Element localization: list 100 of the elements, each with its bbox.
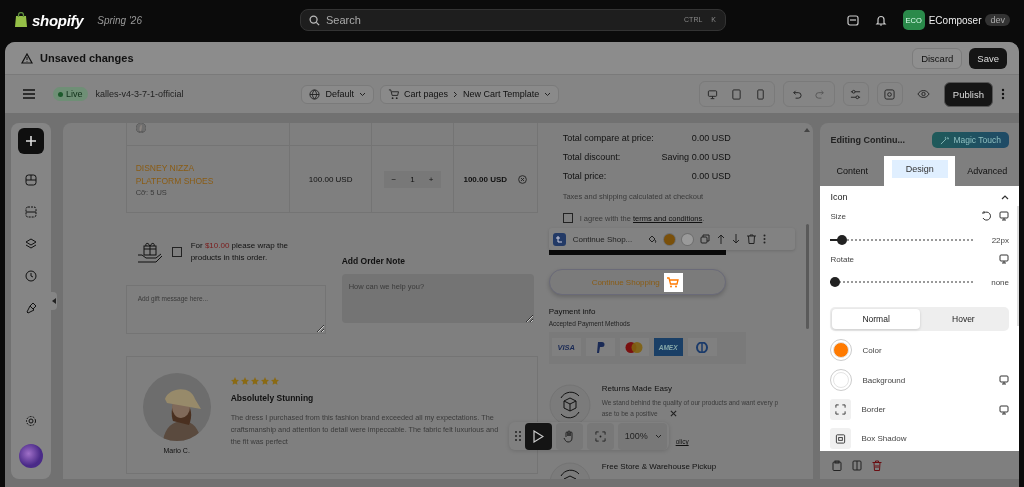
remove-icon[interactable] xyxy=(518,174,528,184)
slider-value: none xyxy=(990,277,1009,287)
quantity-stepper[interactable]: − 1 + xyxy=(383,170,442,188)
desktop-icon[interactable] xyxy=(999,404,1009,415)
page-dropdown[interactable]: Cart pages New Cart Template xyxy=(379,84,560,104)
language-dropdown[interactable]: Default xyxy=(301,84,374,104)
close-icon[interactable] xyxy=(669,410,677,417)
trash-icon[interactable] xyxy=(747,234,757,244)
assistant-orb-icon[interactable] xyxy=(17,443,44,469)
feature-title: Returns Made Easy xyxy=(601,384,673,393)
slider-label: Rotate xyxy=(830,254,855,264)
panel-tab[interactable]: Advanced xyxy=(955,156,1019,186)
terms-checkbox[interactable] xyxy=(562,213,573,223)
hand-tool-button[interactable] xyxy=(555,422,583,450)
quantity-value: 1 xyxy=(410,174,415,184)
bell-icon[interactable] xyxy=(874,14,887,26)
globe-icon xyxy=(309,88,321,100)
add-button[interactable] xyxy=(17,128,44,154)
property-label: Box Shadow xyxy=(861,434,907,443)
trash-icon[interactable] xyxy=(872,459,883,471)
gift-wrap-checkbox[interactable] xyxy=(171,247,182,257)
desktop-icon[interactable] xyxy=(999,254,1009,264)
chevron-right-icon xyxy=(452,90,458,98)
warning-icon xyxy=(21,52,33,64)
box-shadow-icon[interactable] xyxy=(835,433,847,444)
slider-thumb[interactable] xyxy=(830,277,841,287)
arrow-up-icon[interactable] xyxy=(717,234,726,244)
sliders-button[interactable] xyxy=(842,82,869,106)
history-icon[interactable] xyxy=(24,270,37,282)
discard-button[interactable]: Discard xyxy=(912,47,963,69)
drag-handle-icon[interactable] xyxy=(514,431,521,441)
zoom-dropdown[interactable]: 100% xyxy=(617,422,667,450)
more-icon[interactable] xyxy=(763,234,767,244)
columns-icon[interactable] xyxy=(852,459,863,471)
search-icon xyxy=(309,15,320,26)
desktop-icon xyxy=(707,88,719,100)
desktop-icon[interactable] xyxy=(999,375,1009,385)
layers-icon[interactable] xyxy=(24,238,37,250)
scroll-up-icon[interactable] xyxy=(804,128,811,132)
summary-label: Total compare at price: xyxy=(562,132,654,143)
preview-search-button[interactable] xyxy=(876,82,903,106)
gift-wrap-text: For $10.00 please wrap the products in this order. xyxy=(190,240,290,264)
duplicate-icon[interactable] xyxy=(700,234,711,244)
brush-icon[interactable] xyxy=(24,302,37,314)
slider-thumb[interactable] xyxy=(837,235,848,245)
paint-bucket-icon[interactable] xyxy=(647,234,658,244)
color-swatch[interactable] xyxy=(682,233,694,245)
border-icon[interactable] xyxy=(835,404,847,415)
total-cell: 100.00 USD xyxy=(463,174,508,184)
summary-value: Saving 0.00 USD xyxy=(661,151,731,162)
feature-title: Free Store & Warehouse Pickup xyxy=(601,462,717,471)
panel-tab[interactable]: Design xyxy=(884,156,956,186)
cart-icon xyxy=(387,88,399,100)
unsaved-title: Unsaved changes xyxy=(40,52,134,64)
fit-screen-button[interactable] xyxy=(586,422,614,450)
summary-label: Total price: xyxy=(562,170,607,181)
status-badge: Live xyxy=(53,87,88,101)
caret-icon[interactable] xyxy=(1001,194,1009,200)
shopping-bag-icon xyxy=(14,12,28,28)
menu-icon[interactable] xyxy=(23,89,35,99)
publish-button[interactable]: Publish xyxy=(943,81,993,107)
summary-value: 0.00 USD xyxy=(691,170,731,181)
state-tab[interactable]: Hover xyxy=(919,309,1007,329)
plus-button[interactable]: + xyxy=(428,174,434,184)
chevron-down-icon xyxy=(358,91,366,97)
more-icon[interactable] xyxy=(1001,88,1005,100)
diners-logo xyxy=(695,341,710,353)
pointer-tool-button[interactable] xyxy=(524,422,552,450)
desktop-icon[interactable] xyxy=(999,211,1009,221)
sliders-icon xyxy=(850,88,862,100)
magic-touch-button[interactable]: Magic Touch xyxy=(932,132,1009,148)
edition-label: Spring '26 xyxy=(97,14,142,26)
property-label: Background xyxy=(862,375,906,385)
save-button[interactable]: Save xyxy=(969,47,1007,69)
arrow-down-icon[interactable] xyxy=(732,234,741,244)
mobile-icon xyxy=(755,88,767,100)
property-label: Border xyxy=(861,405,886,414)
reset-icon[interactable] xyxy=(981,211,991,221)
theme-name: kalles-v4-3-7-1-official xyxy=(95,89,184,99)
element-label[interactable]: Continue Shop... xyxy=(572,234,633,244)
layout-icon[interactable] xyxy=(24,174,37,186)
store-icon[interactable] xyxy=(846,14,859,26)
state-tab[interactable]: Normal xyxy=(832,309,920,329)
dev-badge: dev xyxy=(985,14,1010,26)
store-name[interactable]: EComposer xyxy=(928,14,982,26)
summary-value: 0.00 USD xyxy=(691,132,731,143)
panel-tab[interactable]: Content xyxy=(820,156,884,186)
mastercard-logo xyxy=(625,341,644,353)
color-swatch[interactable] xyxy=(664,233,676,245)
collapse-handle[interactable] xyxy=(50,292,57,310)
gift-hand-icon xyxy=(136,240,163,264)
eye-icon[interactable] xyxy=(916,89,930,99)
focus-frame-icon xyxy=(594,430,606,442)
settings-icon[interactable] xyxy=(24,415,37,427)
clipboard-icon[interactable] xyxy=(832,459,843,471)
sections-icon[interactable] xyxy=(24,206,37,218)
logo-text[interactable]: shopify xyxy=(32,11,84,29)
section-title: Icon xyxy=(830,192,848,202)
element-type-icon xyxy=(552,232,566,246)
minus-button[interactable]: − xyxy=(391,174,397,184)
